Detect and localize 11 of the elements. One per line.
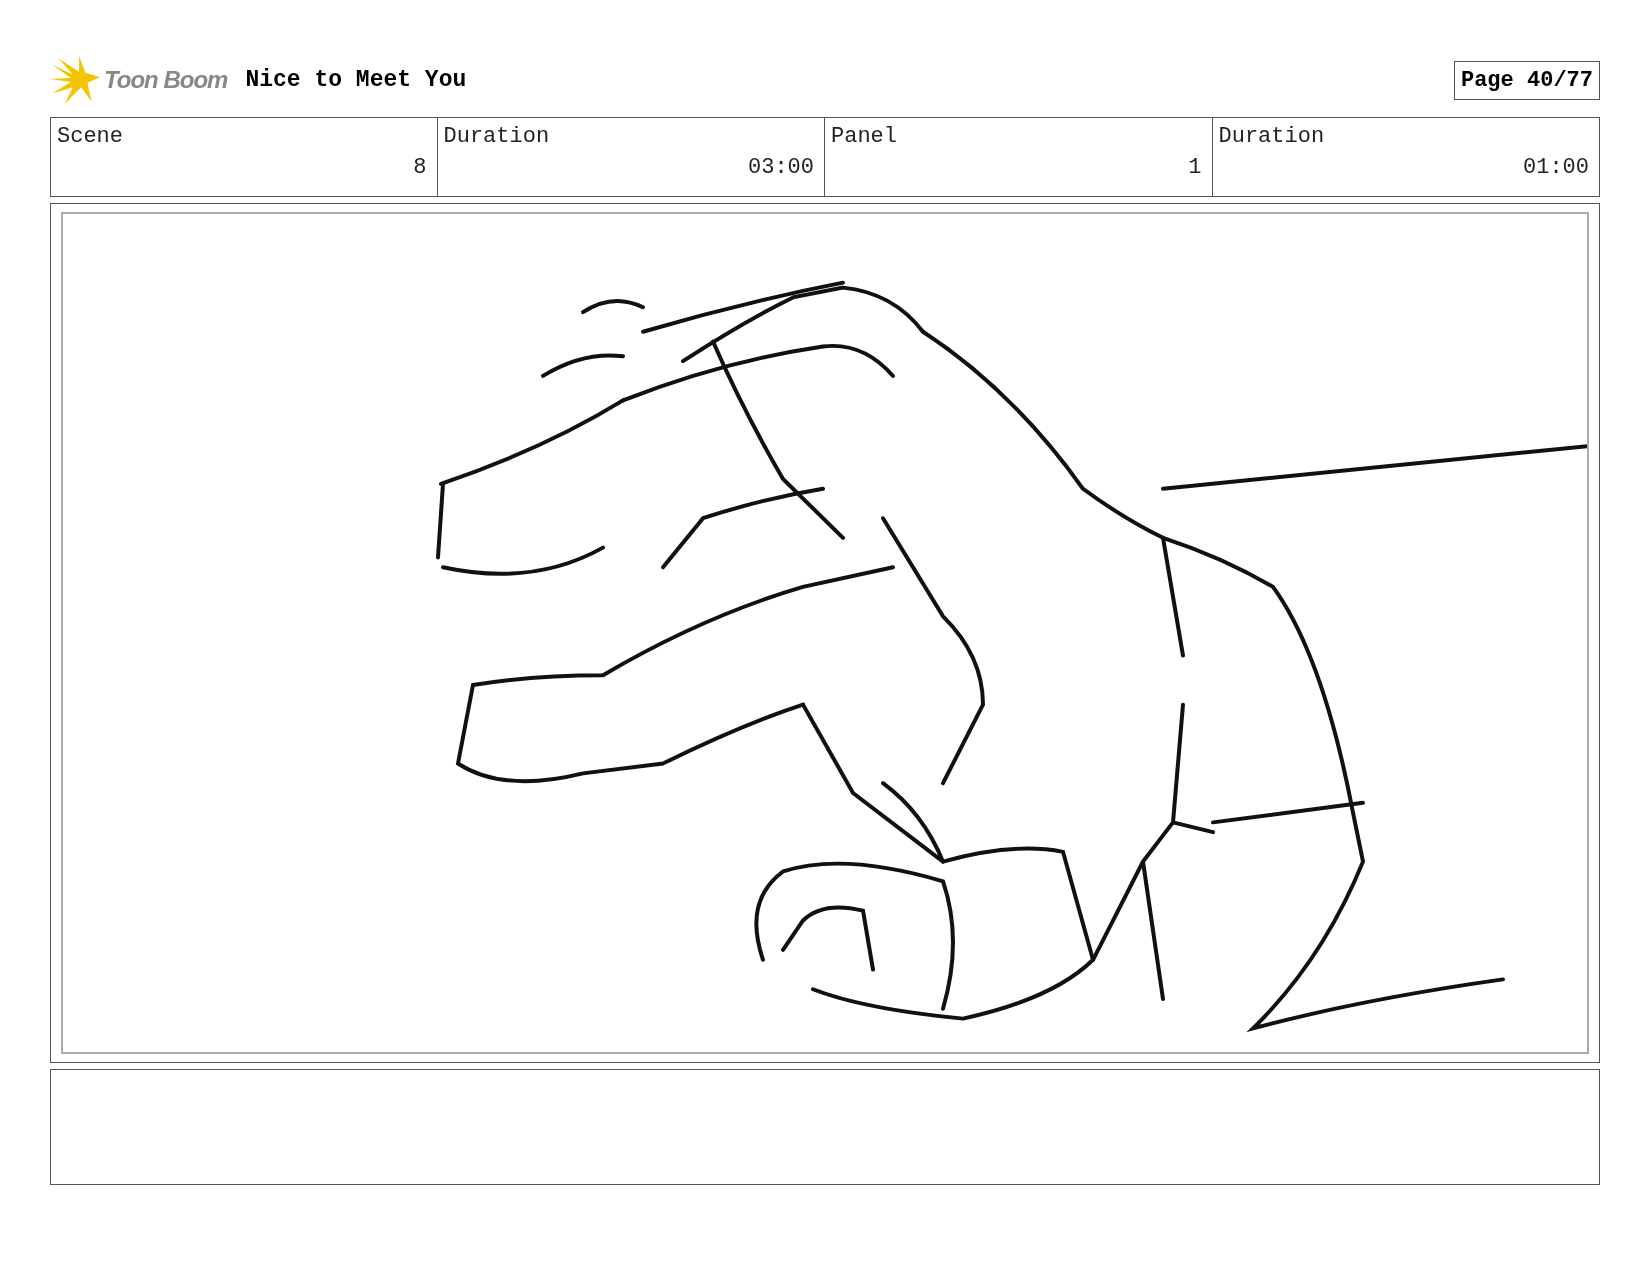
storyboard-title: Nice to Meet You — [245, 67, 468, 93]
page-number: Page 40/77 — [1453, 60, 1600, 100]
column-header: Duration — [1218, 124, 1326, 149]
table-cell: 1 — [1188, 155, 1202, 180]
column-header: Duration — [443, 124, 551, 149]
logo-text: Toon Boom — [104, 66, 228, 94]
table-cell: 03:00 — [748, 155, 814, 180]
column-header: Panel — [831, 124, 898, 149]
table-cell: 8 — [413, 155, 427, 180]
column-header: Scene — [57, 124, 124, 149]
table-cell: 01:00 — [1523, 155, 1589, 180]
